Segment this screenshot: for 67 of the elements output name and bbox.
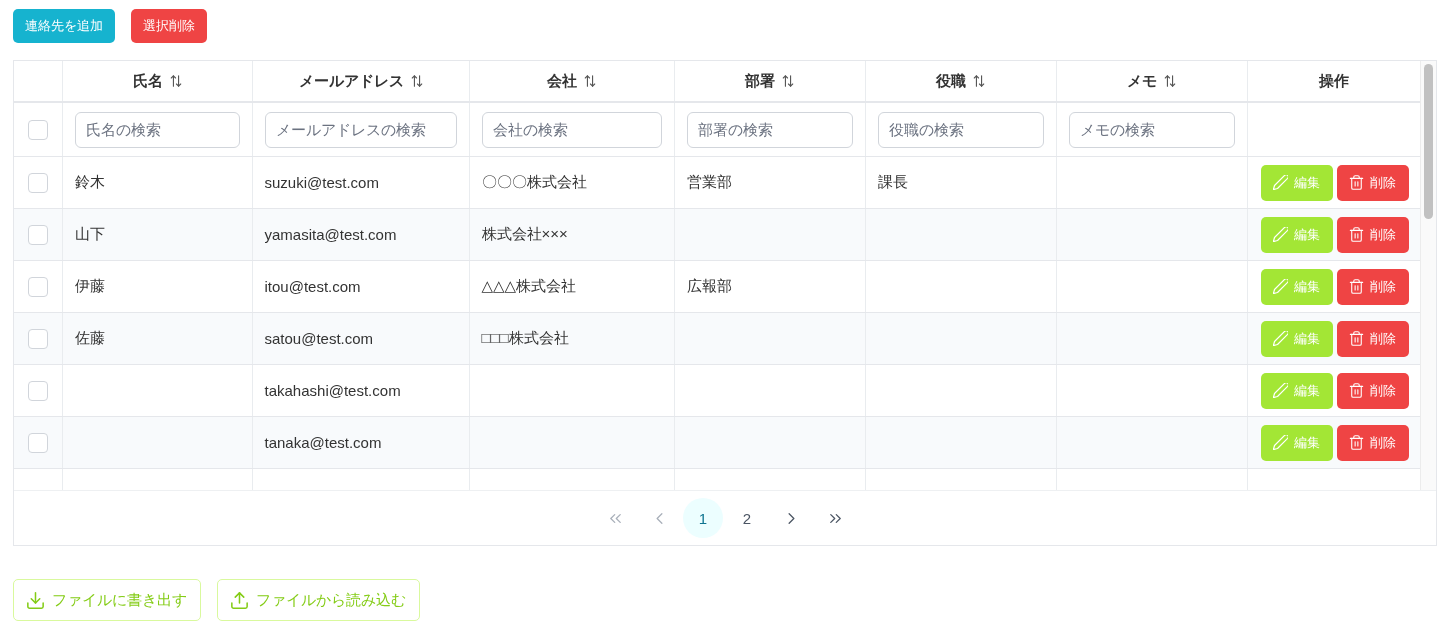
trash-icon [1349,331,1364,346]
chevron-left-icon [653,512,665,524]
table-cell: suzuki@test.com [252,156,469,209]
delete-button[interactable]: 削除 [1336,372,1409,409]
search-field[interactable]: 役職の検索 [877,111,1044,148]
delete-selected-button[interactable]: 選択削除 [131,9,207,43]
table-cell: itou@test.com [252,260,469,313]
pencil-icon [1273,435,1288,450]
table-cell: 佐藤 [62,312,252,365]
column-header[interactable]: 氏名 [132,71,182,91]
trash-icon [1349,227,1364,242]
table-cell: yamasita@test.com [252,208,469,261]
double-chevron-right-icon [829,512,841,524]
checkbox[interactable] [27,328,48,349]
column-header[interactable]: 役職 [936,71,985,91]
page-button[interactable]: 2 [727,498,767,538]
table-cell: 営業部 [674,156,865,209]
table-cell: 鈴木 [62,156,252,209]
trash-icon [1349,435,1364,450]
checkbox[interactable] [27,276,48,297]
table-cell: takahashi@test.com [252,364,469,417]
column-header[interactable]: メールアドレス [298,71,423,91]
checkbox[interactable] [27,380,48,401]
pencil-icon [1273,331,1288,346]
table-cell: 伊藤 [62,260,252,313]
table-cell: 山下 [62,208,252,261]
delete-button[interactable]: 削除 [1336,164,1409,201]
search-field[interactable]: 氏名の検索 [74,111,240,148]
search-field[interactable]: 部署の検索 [686,111,853,148]
download-icon [27,591,44,609]
column-header[interactable]: 部署 [745,71,794,91]
search-field[interactable]: 会社の検索 [481,111,662,148]
import-button[interactable]: ファイルから読み込む [217,579,420,621]
checkbox[interactable] [27,119,48,140]
table-cell: △△△株式会社 [469,260,674,313]
delete-button[interactable]: 削除 [1336,424,1409,461]
column-header[interactable]: 会社 [547,71,596,91]
double-chevron-left-icon [609,512,621,524]
table-cell: 広報部 [674,260,865,313]
checkbox[interactable] [27,172,48,193]
table-cell: 株式会社××× [469,208,674,261]
table-cell: tanaka@test.com [252,416,469,469]
search-field[interactable]: メモの検索 [1068,111,1235,148]
trash-icon [1349,175,1364,190]
pencil-icon [1273,279,1288,294]
checkbox[interactable] [27,224,48,245]
delete-button[interactable]: 削除 [1336,268,1409,305]
column-header[interactable]: メモ [1127,71,1176,91]
trash-icon [1349,383,1364,398]
delete-button[interactable]: 削除 [1336,216,1409,253]
trash-icon [1349,279,1364,294]
export-button[interactable]: ファイルに書き出す [13,579,201,621]
column-header: 操作 [1318,71,1349,91]
add-contact-button[interactable]: 連絡先を追加 [13,9,115,43]
pencil-icon [1273,175,1288,190]
table-cell: □□□株式会社 [469,312,674,365]
checkbox[interactable] [27,432,48,453]
table-cell: 〇〇〇株式会社 [469,156,674,209]
pencil-icon [1273,227,1288,242]
upload-icon [231,591,248,609]
table-cell: satou@test.com [252,312,469,365]
delete-button[interactable]: 削除 [1336,320,1409,357]
table-cell: 課長 [865,156,1056,209]
pencil-icon [1273,383,1288,398]
scrollbar-thumb[interactable] [1424,64,1433,219]
search-field[interactable]: メールアドレスの検索 [264,111,457,148]
page-button[interactable]: 1 [683,498,723,538]
